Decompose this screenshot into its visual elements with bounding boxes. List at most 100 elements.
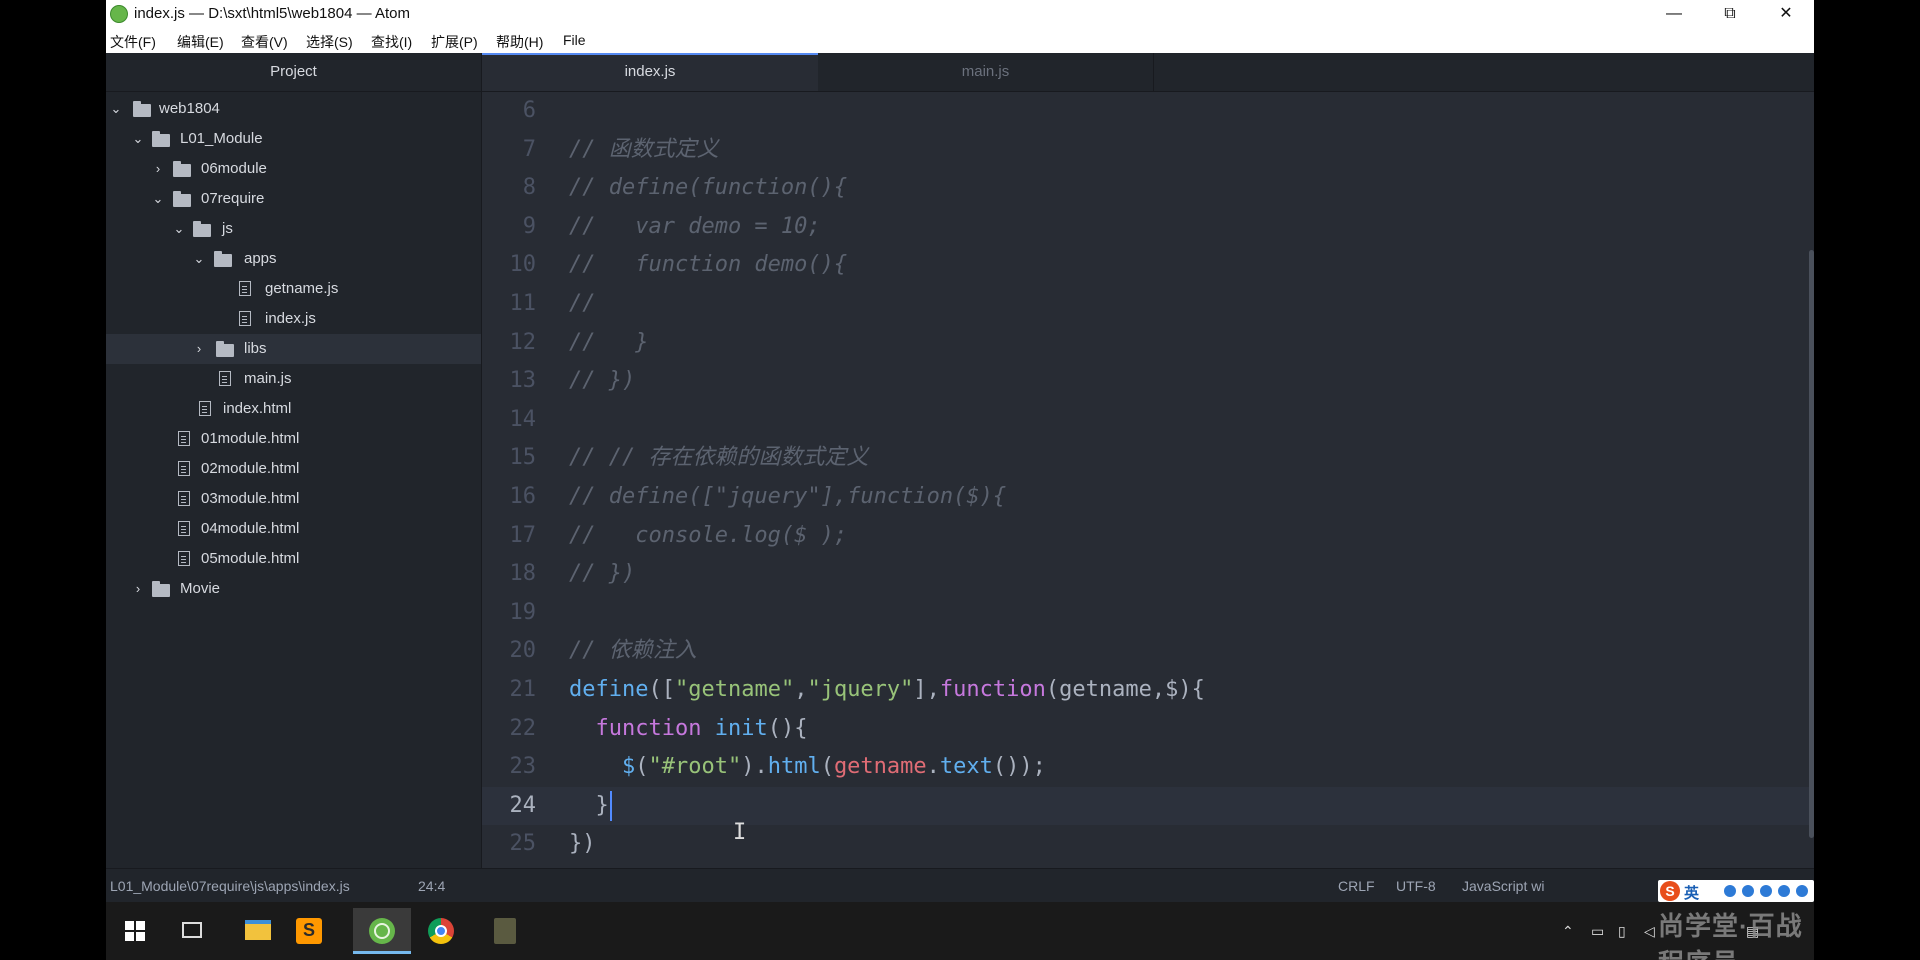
tree-item-05module-html[interactable]: 05module.html — [106, 544, 481, 574]
tree-item-06module[interactable]: › 06module — [106, 154, 481, 184]
tree-item-js[interactable]: ⌄ js — [106, 214, 481, 244]
menu-file[interactable]: 文件(F) — [110, 32, 156, 52]
ime-mode-label[interactable]: 英 — [1684, 882, 1699, 903]
chevron-down-icon: ⌄ — [193, 251, 205, 266]
chevron-right-icon: › — [135, 581, 141, 596]
sogou-logo-icon: S — [1660, 881, 1680, 901]
menu-packages[interactable]: 扩展(P) — [431, 32, 478, 52]
code-line[interactable]: 10 // function demo(){ — [482, 246, 1814, 284]
tree-item-label: 02module.html — [201, 460, 300, 477]
menu-find[interactable]: 查找(I) — [371, 32, 412, 52]
taskbar-sublime[interactable] — [280, 908, 338, 954]
code-line[interactable]: 15 // // 存在依赖的函数式定义 — [482, 439, 1814, 477]
tree-item-01module-html[interactable]: 01module.html — [106, 424, 481, 454]
editor-scrollbar[interactable] — [1809, 250, 1814, 838]
taskbar-app[interactable] — [476, 908, 534, 954]
tree-item-index-js[interactable]: index.js — [106, 304, 481, 334]
tree-item-04module-html[interactable]: 04module.html — [106, 514, 481, 544]
tree-item-07require[interactable]: ⌄ 07require — [106, 184, 481, 214]
printer-icon[interactable]: ▭ — [1591, 902, 1604, 960]
tree-item-label: 07require — [201, 190, 265, 207]
code-line[interactable]: 7 // 函数式定义 — [482, 131, 1814, 169]
tree-item-label: index.js — [265, 310, 316, 327]
menu-edit[interactable]: 编辑(E) — [177, 32, 224, 52]
volume-icon[interactable]: ◁ — [1644, 902, 1655, 960]
emoji-icon[interactable] — [1742, 885, 1754, 897]
code-line[interactable]: 9 // var demo = 10; — [482, 208, 1814, 246]
ime-toolbar[interactable]: S 英 — [1658, 880, 1814, 902]
status-file-path[interactable]: L01_Module\07require\js\apps\index.js — [110, 869, 350, 903]
restore-button[interactable]: ⧉ — [1702, 0, 1758, 28]
code-text: }) — [569, 825, 596, 863]
menu-help[interactable]: 帮助(H) — [496, 32, 543, 52]
code-line[interactable]: 22 function init(){ — [482, 710, 1814, 748]
code-line[interactable]: 16 // define(["jquery"],function($){ — [482, 478, 1814, 516]
status-cursor-position[interactable]: 24:4 — [418, 869, 445, 903]
tree-item-l01-module[interactable]: ⌄ L01_Module — [106, 124, 481, 154]
code-token: } — [569, 792, 609, 818]
tree-item-getname-js[interactable]: getname.js — [106, 274, 481, 304]
status-encoding[interactable]: UTF-8 — [1396, 869, 1436, 903]
line-number: 13 — [509, 368, 537, 394]
text-caret — [609, 790, 612, 821]
code-token: define — [569, 677, 649, 702]
tray-chevron-icon[interactable]: ⌃ — [1562, 902, 1574, 960]
menu-selection[interactable]: 选择(S) — [306, 32, 353, 52]
menu-file-en[interactable]: File — [563, 32, 586, 48]
tree-item-03module-html[interactable]: 03module.html — [106, 484, 481, 514]
keyboard-icon[interactable] — [1778, 885, 1790, 897]
status-line-ending[interactable]: CRLF — [1338, 869, 1375, 903]
code-token: (){ — [767, 715, 808, 741]
minimize-button[interactable]: — — [1646, 0, 1702, 28]
tab-main-js[interactable]: main.js — [818, 53, 1154, 91]
tab-index-js[interactable]: index.js — [482, 53, 818, 91]
code-token: . — [926, 754, 940, 780]
chevron-down-icon: ⌄ — [173, 221, 185, 236]
code-line[interactable]: 18 // }) — [482, 555, 1814, 593]
line-number: 12 — [509, 329, 537, 355]
code-line[interactable]: 21 define(["getname","jquery"],function(g… — [482, 671, 1814, 709]
file-icon — [178, 431, 190, 446]
code-line[interactable]: 17 // console.log($ ); — [482, 517, 1814, 555]
tree-item-movie[interactable]: › Movie — [106, 574, 481, 604]
code-line[interactable]: 8 // define(function(){ — [482, 169, 1814, 207]
tree-item-label: getname.js — [265, 280, 339, 297]
atom-app-icon — [110, 5, 128, 23]
code-line[interactable]: 12 // } — [482, 324, 1814, 362]
tree-item-label: js — [222, 220, 233, 237]
tree-item-web1804[interactable]: ⌄ web1804 — [106, 94, 481, 124]
code-line[interactable]: 25}) — [482, 825, 1814, 863]
taskbar-atom[interactable] — [353, 908, 411, 954]
status-grammar[interactable]: JavaScript wi — [1462, 869, 1544, 903]
window-title: index.js — D:\sxt\html5\web1804 — Atom — [134, 5, 410, 22]
code-text: // } — [569, 324, 648, 362]
code-line-current[interactable]: 24 } — [482, 786, 1814, 825]
code-line[interactable]: 23 $("#root").html(getname.text()); — [482, 748, 1814, 786]
tree-item-apps[interactable]: ⌄ apps — [106, 244, 481, 274]
settings-icon[interactable] — [1796, 885, 1808, 897]
code-line[interactable]: 6 — [482, 92, 1814, 130]
microphone-icon[interactable] — [1760, 885, 1772, 897]
close-button[interactable]: ✕ — [1758, 0, 1814, 28]
task-view-button[interactable] — [164, 908, 222, 954]
punctuation-icon[interactable] — [1724, 885, 1736, 897]
taskbar-file-explorer[interactable] — [229, 908, 287, 954]
menu-view[interactable]: 查看(V) — [241, 32, 288, 52]
tree-item-index-html[interactable]: index.html — [106, 394, 481, 424]
code-line[interactable]: 11 // — [482, 285, 1814, 323]
code-line[interactable]: 13 // }) — [482, 362, 1814, 400]
tree-item-label: 03module.html — [201, 490, 300, 507]
network-icon[interactable]: ▯ — [1618, 902, 1626, 960]
code-token: "jquery" — [807, 677, 914, 702]
code-editor[interactable]: 6 7// 函数式定义 8// define(function(){9// var … — [482, 92, 1814, 868]
code-line[interactable]: 20 // 依赖注入 — [482, 632, 1814, 670]
tree-item-libs[interactable]: › libs — [106, 334, 481, 364]
code-line[interactable]: 19 — [482, 594, 1814, 632]
file-icon — [199, 401, 211, 416]
taskbar-chrome[interactable] — [412, 908, 470, 954]
start-button[interactable] — [106, 908, 164, 954]
code-line[interactable]: 14 — [482, 401, 1814, 439]
tree-item-main-js[interactable]: main.js — [106, 364, 481, 394]
tree-item-02module-html[interactable]: 02module.html — [106, 454, 481, 484]
